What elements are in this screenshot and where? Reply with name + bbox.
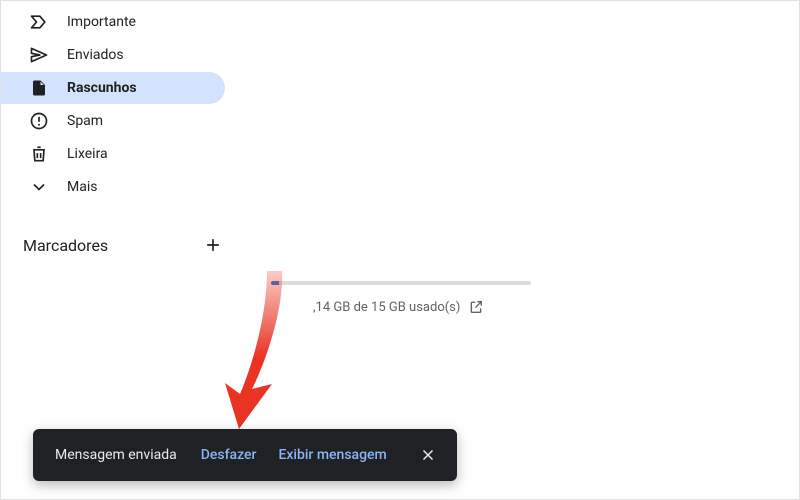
trash-icon bbox=[29, 144, 49, 164]
storage-label: ,14 GB de 15 GB usado(s) bbox=[313, 300, 460, 315]
storage-progressbar bbox=[271, 281, 531, 285]
toast-message-sent: Mensagem enviada Desfazer Exibir mensage… bbox=[33, 429, 457, 481]
labels-header: Marcadores bbox=[1, 221, 241, 261]
sidebar-item-label: Mais bbox=[67, 179, 97, 195]
spam-icon bbox=[29, 111, 49, 131]
chevron-down-icon bbox=[29, 177, 49, 197]
sent-icon bbox=[29, 45, 49, 65]
drafts-icon bbox=[29, 78, 49, 98]
sidebar-item-label: Spam bbox=[67, 113, 103, 129]
sidebar-item-label: Lixeira bbox=[67, 146, 108, 162]
open-in-new-icon[interactable] bbox=[468, 299, 484, 315]
labels-title: Marcadores bbox=[23, 236, 108, 255]
sidebar: Importante Enviados Rascunhos Spam Lixei… bbox=[1, 1, 241, 261]
undo-button[interactable]: Desfazer bbox=[201, 447, 257, 463]
sidebar-item-mais[interactable]: Mais bbox=[1, 171, 225, 203]
view-message-button[interactable]: Exibir mensagem bbox=[278, 447, 386, 463]
sidebar-item-lixeira[interactable]: Lixeira bbox=[1, 138, 225, 170]
overlay-panel bbox=[27, 291, 243, 451]
sidebar-item-label: Rascunhos bbox=[67, 80, 137, 96]
storage-text: ,14 GB de 15 GB usado(s) bbox=[313, 299, 484, 315]
sidebar-item-enviados[interactable]: Enviados bbox=[1, 39, 225, 71]
toast-text: Mensagem enviada bbox=[55, 447, 177, 463]
sidebar-item-rascunhos[interactable]: Rascunhos bbox=[1, 72, 225, 104]
sidebar-item-spam[interactable]: Spam bbox=[1, 105, 225, 137]
add-label-button[interactable] bbox=[203, 235, 223, 255]
sidebar-item-importante[interactable]: Importante bbox=[1, 6, 225, 38]
sidebar-item-label: Enviados bbox=[67, 47, 124, 63]
important-icon bbox=[29, 12, 49, 32]
sidebar-item-label: Importante bbox=[67, 14, 136, 30]
close-icon[interactable] bbox=[413, 440, 443, 470]
